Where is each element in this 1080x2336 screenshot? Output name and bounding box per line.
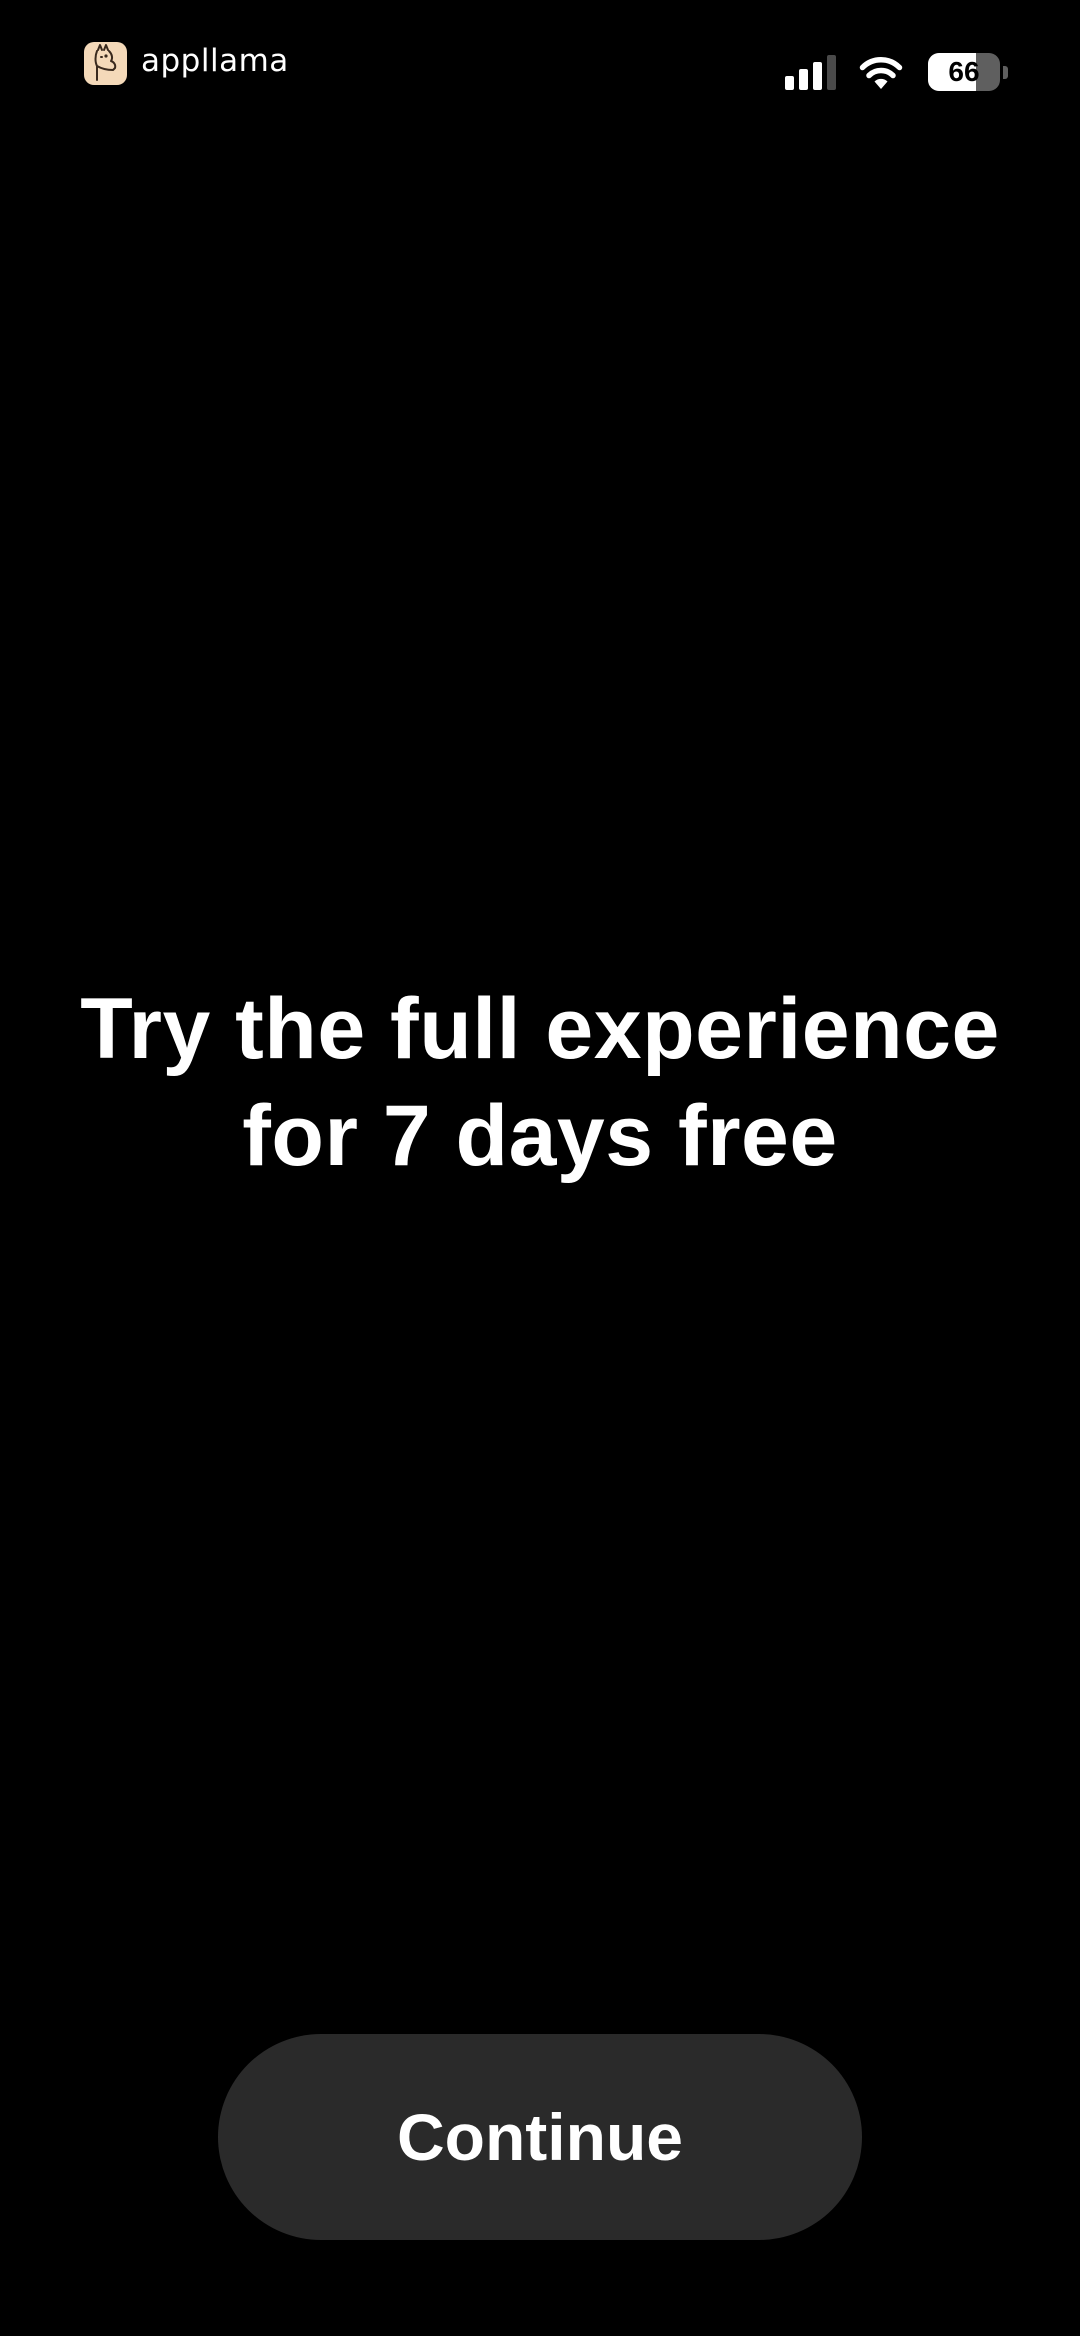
page-title: Try the full experience for 7 days free — [40, 976, 1040, 1190]
brand-name: appllama — [141, 42, 289, 79]
continue-button[interactable]: Continue — [218, 2034, 862, 2240]
battery-icon: 66 — [928, 53, 1008, 91]
headline-line-2: for 7 days free — [242, 1088, 838, 1184]
brand: appllama — [84, 40, 289, 86]
battery-level: 66 — [948, 56, 980, 87]
status-indicators: 66 — [785, 48, 1008, 96]
headline-line-1: Try the full experience — [80, 981, 1000, 1077]
battery-body: 66 — [928, 53, 1000, 91]
llama-icon — [84, 41, 127, 85]
status-bar: appllama 66 — [0, 0, 1080, 140]
cellular-signal-icon — [785, 54, 836, 90]
battery-cap — [1003, 65, 1008, 79]
wifi-icon — [859, 57, 903, 89]
